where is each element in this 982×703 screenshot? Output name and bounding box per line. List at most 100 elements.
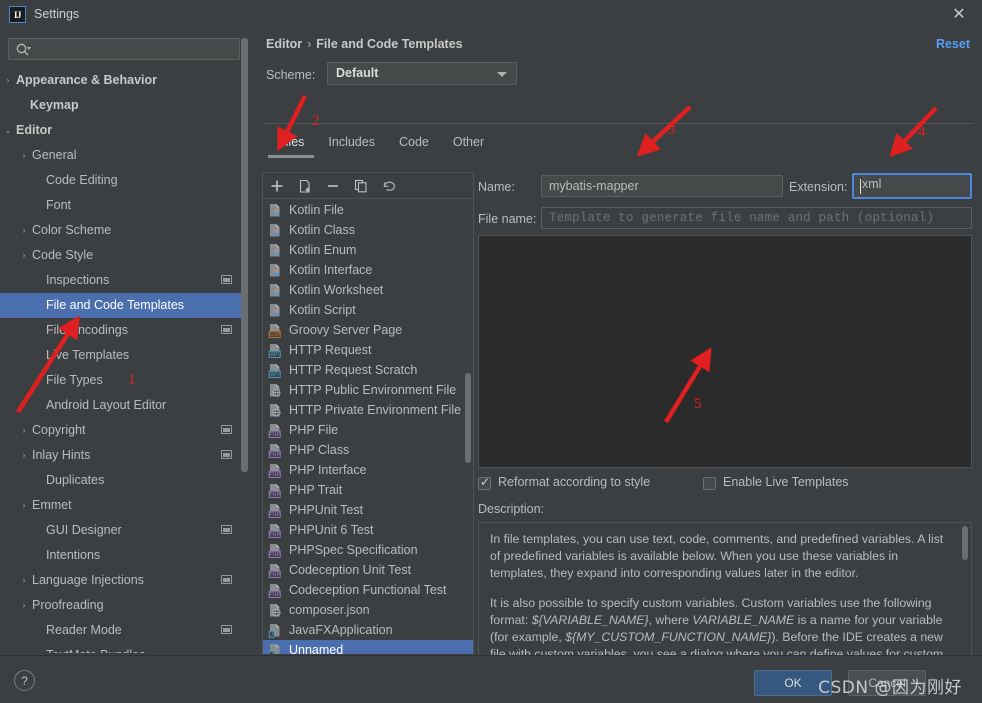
template-list-item[interactable]: Kotlin Interface: [263, 260, 473, 280]
template-list-item[interactable]: HTTP Public Environment File: [263, 380, 473, 400]
template-list-item[interactable]: PHP PHPUnit Test: [263, 500, 473, 520]
template-editor[interactable]: [478, 235, 972, 468]
reset-template-button[interactable]: [379, 176, 399, 196]
template-list-item[interactable]: Kotlin Enum: [263, 240, 473, 260]
sidebar-item-file-types[interactable]: File Types: [0, 368, 248, 393]
php-file-icon: PHP: [268, 544, 281, 558]
sidebar-scrollbar[interactable]: [241, 38, 248, 472]
tab-other[interactable]: Other: [441, 130, 496, 158]
sidebar-item-duplicates[interactable]: Duplicates: [0, 468, 248, 493]
scheme-dropdown[interactable]: Default: [327, 62, 517, 85]
remove-template-button[interactable]: [323, 176, 343, 196]
template-list-item[interactable]: composer.json: [263, 600, 473, 620]
sidebar-item-keymap[interactable]: Keymap: [0, 93, 248, 118]
sidebar-item-color-scheme[interactable]: › Color Scheme: [0, 218, 248, 243]
template-list-item[interactable]: PHP Codeception Unit Test: [263, 560, 473, 580]
window-title: Settings: [34, 7, 80, 21]
sidebar-item-copyright[interactable]: › Copyright: [0, 418, 248, 443]
copy-template-button[interactable]: [351, 176, 371, 196]
reset-link[interactable]: Reset: [936, 37, 970, 51]
create-child-template-button[interactable]: [295, 176, 315, 196]
template-list-item[interactable]: PHP PHPUnit 6 Test: [263, 520, 473, 540]
extension-label: Extension:: [789, 180, 848, 194]
cancel-button[interactable]: Cancel: [848, 670, 926, 696]
sidebar-item-font[interactable]: Font: [0, 193, 248, 218]
chevron-down-icon: [497, 72, 507, 77]
template-list-item[interactable]: PHP PHP Interface: [263, 460, 473, 480]
chevron-right-icon[interactable]: ›: [18, 218, 30, 243]
chevron-right-icon[interactable]: ›: [18, 568, 30, 593]
sidebar-item-proofreading[interactable]: › Proofreading: [0, 593, 248, 618]
close-icon[interactable]: ✕: [950, 6, 968, 24]
project-scope-icon: [221, 525, 232, 534]
template-list-item[interactable]: Kotlin Class: [263, 220, 473, 240]
sidebar-item-textmate-bundles[interactable]: TextMate Bundles: [0, 643, 248, 653]
template-list-item[interactable]: HTTP Private Environment File: [263, 400, 473, 420]
search-box[interactable]: [8, 38, 240, 60]
sidebar-item-android-layout-editor[interactable]: Android Layout Editor: [0, 393, 248, 418]
sidebar-item-file-and-code-templates[interactable]: File and Code Templates: [0, 293, 248, 318]
chevron-right-icon[interactable]: ›: [18, 243, 30, 268]
template-list-vscrollbar[interactable]: [465, 373, 471, 463]
template-list-item[interactable]: API HTTP Request Scratch: [263, 360, 473, 380]
reformat-checkbox-label[interactable]: Reformat according to style: [498, 475, 650, 489]
ok-button[interactable]: OK: [754, 670, 832, 696]
sidebar-item-gui-designer[interactable]: GUI Designer: [0, 518, 248, 543]
text-caret: [860, 179, 861, 194]
reformat-checkbox[interactable]: [478, 475, 491, 490]
chevron-right-icon[interactable]: ›: [18, 493, 30, 518]
extension-input[interactable]: xml: [852, 173, 972, 199]
chevron-down-icon[interactable]: ⌄: [2, 118, 14, 143]
template-list-item[interactable]: PHP PHP Class: [263, 440, 473, 460]
sidebar-item-language-injections[interactable]: › Language Injections: [0, 568, 248, 593]
template-list-item[interactable]: PHP PHPSpec Specification: [263, 540, 473, 560]
file-name-input[interactable]: Template to generate file name and path …: [541, 207, 972, 229]
file-name-label: File name:: [478, 212, 537, 226]
tab-includes[interactable]: Includes: [316, 130, 387, 158]
project-scope-icon: [221, 450, 232, 459]
sidebar-item-label: Code Style: [32, 248, 94, 262]
sidebar-item-emmet[interactable]: › Emmet: [0, 493, 248, 518]
live-templates-checkbox-label[interactable]: Enable Live Templates: [723, 475, 849, 489]
template-list-item[interactable]: Kotlin Script: [263, 300, 473, 320]
sidebar-item-editor[interactable]: ⌄ Editor: [0, 118, 248, 143]
chevron-right-icon[interactable]: ›: [18, 143, 30, 168]
sidebar-item-code-style[interactable]: › Code Style: [0, 243, 248, 268]
description-text: In file templates, you can use text, cod…: [490, 531, 953, 667]
sidebar-item-general[interactable]: › General: [0, 143, 248, 168]
chevron-right-icon[interactable]: ›: [18, 593, 30, 618]
sidebar-item-file-encodings[interactable]: File Encodings: [0, 318, 248, 343]
template-list-item[interactable]: PHP Codeception Functional Test: [263, 580, 473, 600]
template-list-item[interactable]: PHP PHP File: [263, 420, 473, 440]
svg-text:PHP: PHP: [269, 432, 280, 438]
template-list[interactable]: Kotlin File Kotlin Class Kotlin Enum Kotlin…: [263, 200, 473, 654]
help-button[interactable]: ?: [14, 670, 35, 691]
template-list-item[interactable]: GSP Groovy Server Page: [263, 320, 473, 340]
template-list-item[interactable]: Kotlin File: [263, 200, 473, 220]
add-template-button[interactable]: [267, 176, 287, 196]
tab-files[interactable]: Files: [266, 130, 316, 158]
description-scrollbar[interactable]: [962, 526, 968, 560]
sidebar-item-inspections[interactable]: Inspections: [0, 268, 248, 293]
chevron-right-icon[interactable]: ›: [18, 418, 30, 443]
sidebar-item-live-templates[interactable]: Live Templates: [0, 343, 248, 368]
breadcrumb-parent[interactable]: Editor: [266, 37, 302, 51]
kotlin-file-icon: [270, 244, 280, 257]
template-list-item[interactable]: J Unnamed: [263, 640, 473, 654]
template-list-item[interactable]: API HTTP Request: [263, 340, 473, 360]
settings-tree[interactable]: › Appearance & Behavior Keymap ⌄ Editor › Gene…: [0, 68, 248, 653]
sidebar-item-appearance-behavior[interactable]: › Appearance & Behavior: [0, 68, 248, 93]
name-input[interactable]: mybatis-mapper: [541, 175, 783, 197]
sidebar-item-code-editing[interactable]: Code Editing: [0, 168, 248, 193]
search-input[interactable]: [35, 40, 235, 58]
template-list-item[interactable]: PHP PHP Trait: [263, 480, 473, 500]
template-list-item[interactable]: Kotlin Worksheet: [263, 280, 473, 300]
live-templates-checkbox[interactable]: [703, 477, 716, 490]
sidebar-item-intentions[interactable]: Intentions: [0, 543, 248, 568]
chevron-right-icon[interactable]: ›: [2, 68, 14, 93]
sidebar-item-reader-mode[interactable]: Reader Mode: [0, 618, 248, 643]
sidebar-item-inlay-hints[interactable]: › Inlay Hints: [0, 443, 248, 468]
template-list-item[interactable]: J JavaFXApplication: [263, 620, 473, 640]
chevron-right-icon[interactable]: ›: [18, 443, 30, 468]
tab-code[interactable]: Code: [387, 130, 441, 158]
